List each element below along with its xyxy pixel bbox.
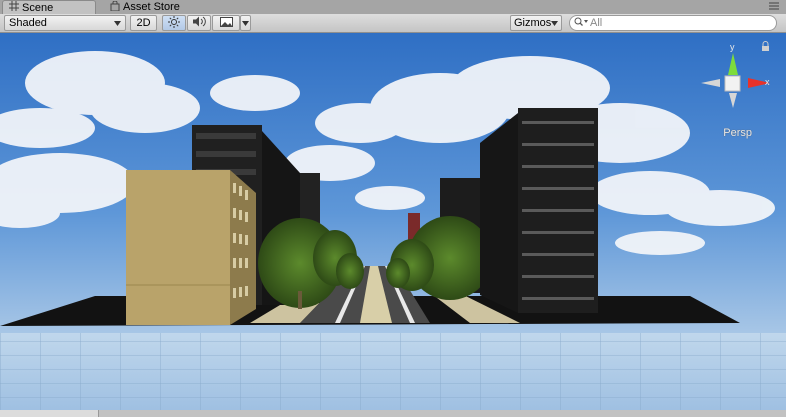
status-bar bbox=[0, 410, 786, 417]
status-bar-segment bbox=[0, 410, 99, 417]
window-menu-icon[interactable] bbox=[768, 1, 780, 11]
gizmos-label: Gizmos bbox=[514, 17, 552, 29]
shading-mode-dropdown[interactable]: Shaded bbox=[4, 15, 126, 31]
grid-icon bbox=[9, 1, 19, 14]
lock-icon[interactable] bbox=[762, 46, 769, 51]
tab-scene[interactable]: Scene bbox=[2, 0, 96, 14]
tab-asset-store[interactable]: Asset Store bbox=[104, 0, 202, 14]
scene-toolbar: Shaded 2D Gizmos bbox=[0, 14, 786, 33]
scene-grid bbox=[0, 333, 786, 410]
toggle-2d-label: 2D bbox=[136, 17, 151, 29]
dropdown-arrow-icon bbox=[551, 17, 559, 29]
building-right-tall-side bbox=[480, 113, 518, 313]
image-icon bbox=[219, 16, 233, 30]
shopping-bag-icon bbox=[110, 0, 120, 14]
tab-asset-store-label: Asset Store bbox=[123, 1, 180, 13]
y-axis-label: y bbox=[730, 42, 735, 52]
scene-audio-toggle[interactable] bbox=[187, 15, 211, 31]
scene-lighting-toggle[interactable] bbox=[162, 15, 186, 31]
effects-dropdown-button[interactable] bbox=[240, 15, 251, 31]
sun-icon bbox=[168, 15, 180, 31]
gizmos-dropdown[interactable]: Gizmos bbox=[510, 15, 562, 31]
x-axis-label: x bbox=[765, 77, 770, 87]
dropdown-arrow-icon bbox=[114, 17, 121, 29]
toggle-2d-button[interactable]: 2D bbox=[130, 15, 157, 31]
scene-viewport[interactable]: y x Persp bbox=[0, 33, 786, 410]
scene-effects-toggle[interactable] bbox=[212, 15, 240, 31]
search-icon bbox=[574, 17, 588, 30]
projection-label[interactable]: Persp bbox=[723, 127, 752, 139]
dropdown-arrow-icon bbox=[242, 17, 249, 29]
hierarchy-search[interactable] bbox=[569, 15, 777, 31]
building-tan-side bbox=[230, 170, 256, 325]
building-tan bbox=[126, 170, 230, 325]
search-input[interactable] bbox=[590, 17, 770, 29]
tab-bar: Scene Asset Store bbox=[0, 0, 786, 14]
tab-scene-label: Scene bbox=[22, 1, 54, 14]
shading-mode-label: Shaded bbox=[9, 17, 47, 29]
speaker-icon bbox=[192, 16, 206, 30]
gizmo-center-cube[interactable] bbox=[724, 75, 741, 92]
scene-render: y x bbox=[0, 33, 786, 410]
